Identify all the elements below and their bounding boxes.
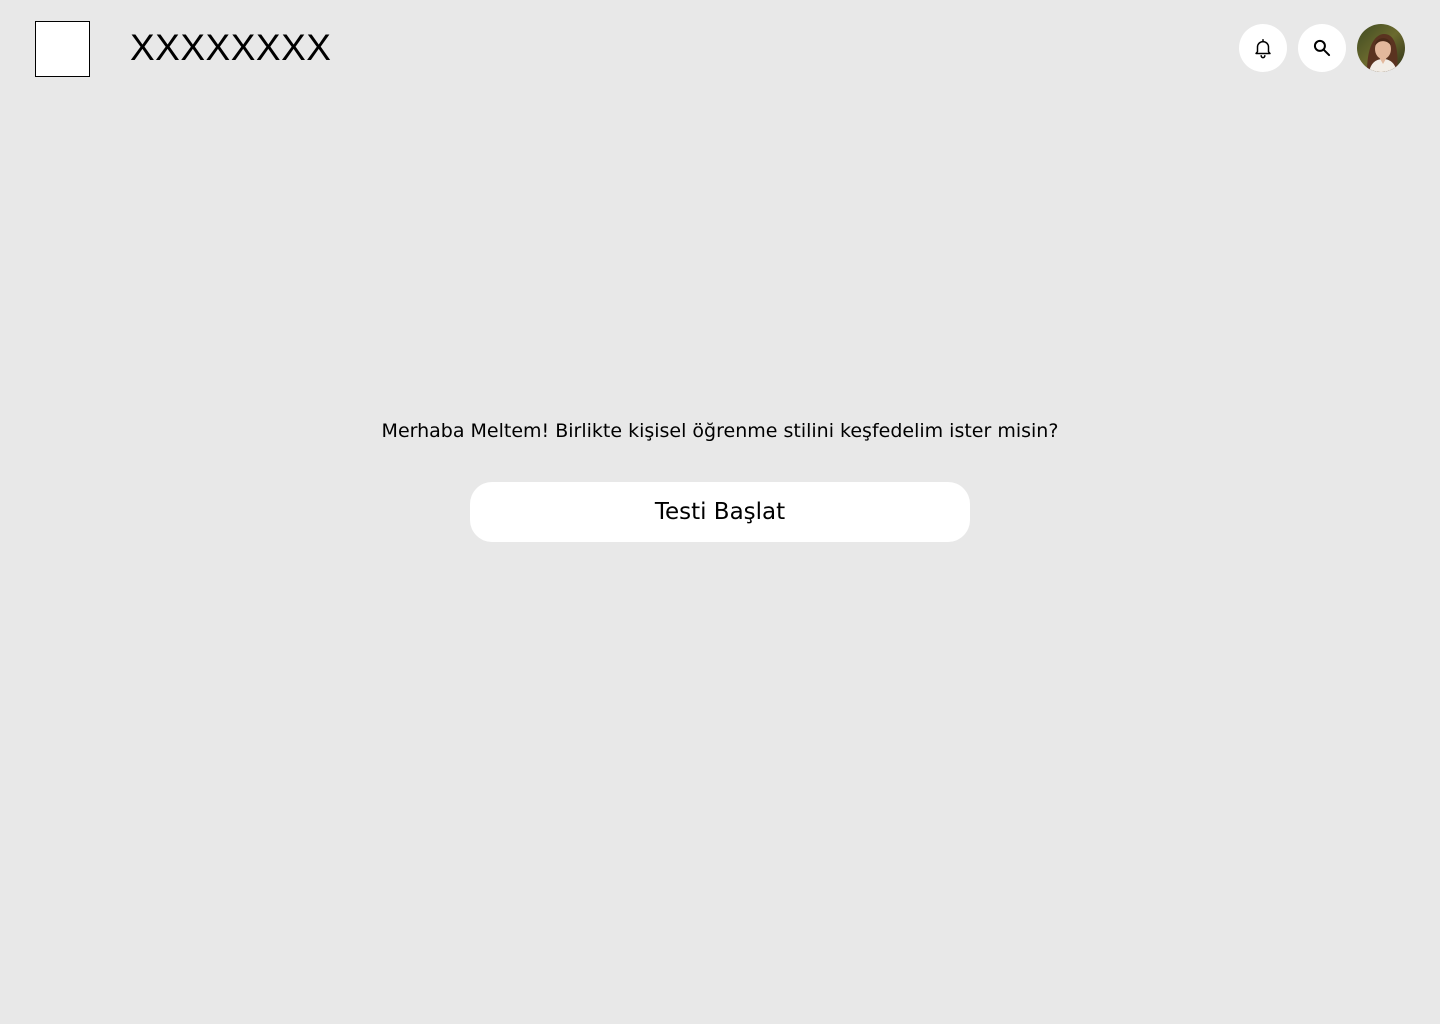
- notifications-button[interactable]: [1239, 24, 1287, 72]
- bell-icon: [1255, 39, 1271, 59]
- avatar[interactable]: [1357, 24, 1405, 72]
- start-test-button[interactable]: Testi Başlat: [470, 482, 970, 542]
- top-header: XXXXXXXX: [0, 0, 1440, 96]
- brand-name: XXXXXXXX: [130, 27, 332, 68]
- search-button[interactable]: [1298, 24, 1346, 72]
- search-icon: [1313, 39, 1331, 57]
- logo-placeholder[interactable]: [35, 21, 90, 77]
- profile-photo: [1357, 24, 1405, 72]
- greeting-text: Merhaba Meltem! Birlikte kişisel öğrenme…: [381, 420, 1059, 442]
